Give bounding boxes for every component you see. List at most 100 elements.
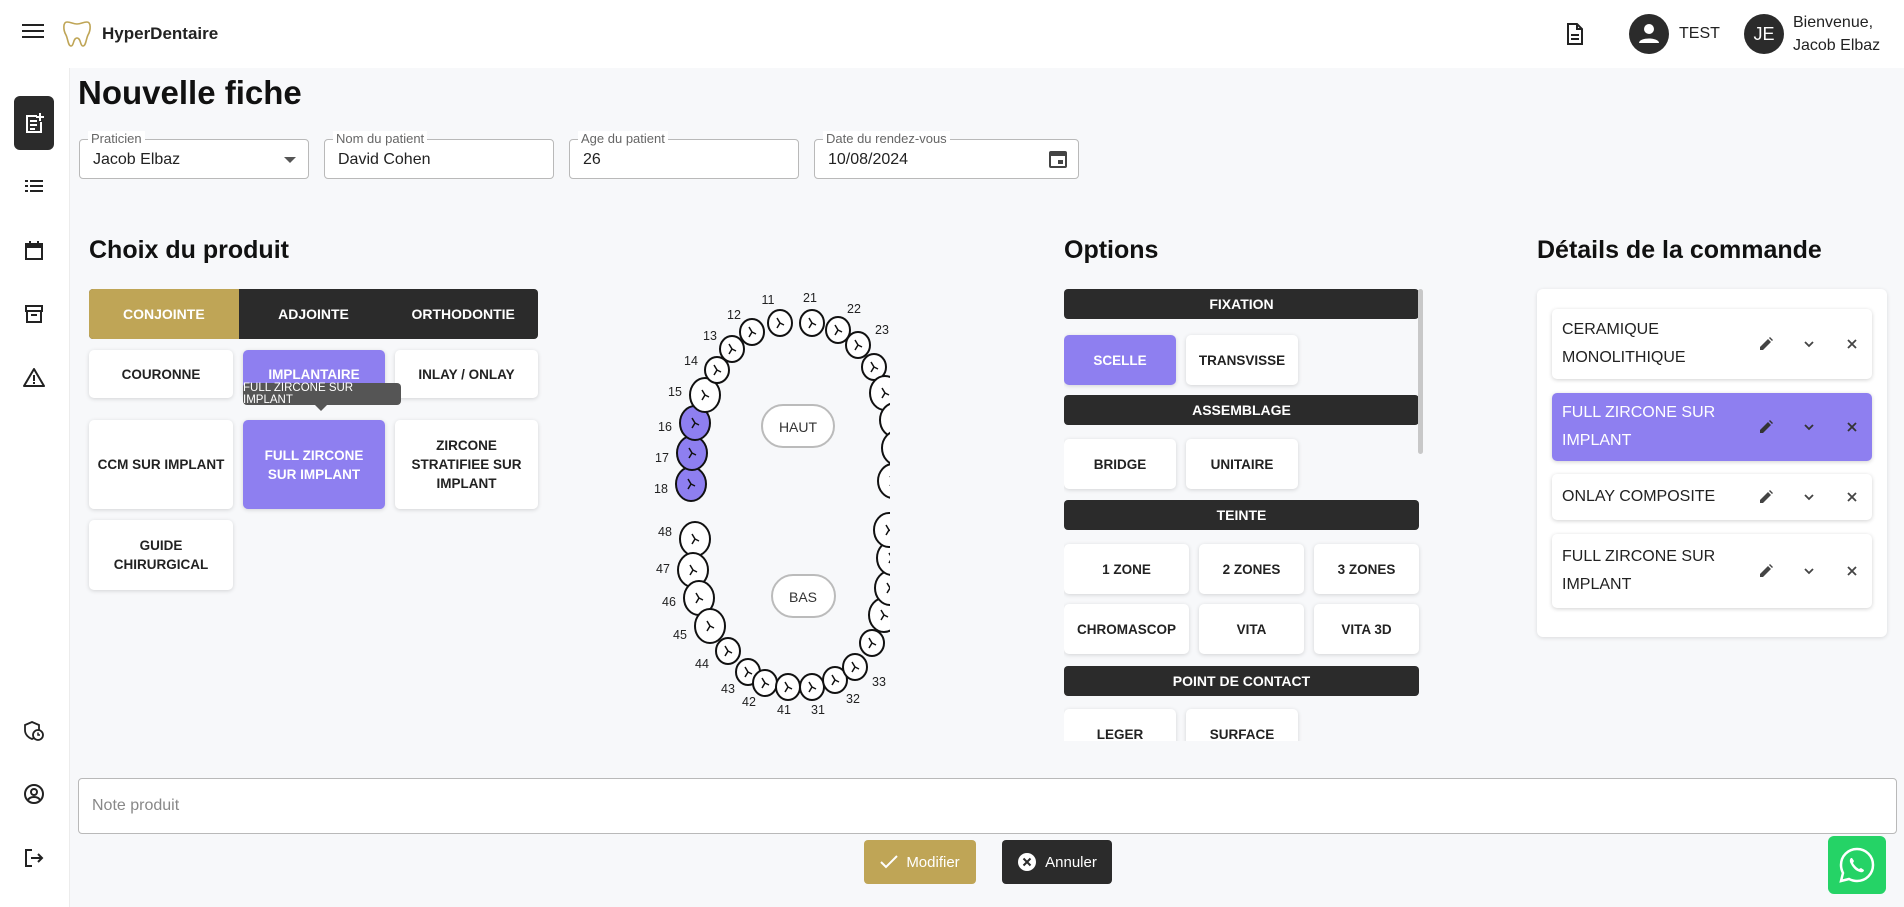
options-scrollbar[interactable]	[1418, 289, 1423, 454]
brand-name: HyperDentaire	[102, 24, 219, 43]
patient-age-field[interactable]: Age du patient 26	[569, 131, 799, 179]
option-unitaire[interactable]: UNITAIRE	[1186, 439, 1298, 489]
praticien-select[interactable]: Praticien Jacob Elbaz	[79, 131, 309, 179]
order-item[interactable]: FULL ZIRCONE SUR IMPLANT	[1552, 393, 1872, 461]
tooth-number: 48	[658, 525, 672, 539]
product-tooltip: FULL ZIRCONE SUR IMPLANT	[243, 382, 401, 411]
note-field[interactable]	[78, 778, 1897, 834]
option-leger[interactable]: LEGER	[1064, 709, 1176, 741]
lower-jaw-label: BAS	[789, 589, 817, 605]
product-zircone-stratifiee-sur-implant[interactable]: ZIRCONE STRATIFIEE SUR IMPLANT	[395, 420, 538, 509]
product-full-zircone-sur-implant[interactable]: FULL ZIRCONE SUR IMPLANT	[243, 420, 385, 509]
whatsapp-button[interactable]	[1828, 836, 1886, 894]
user-avatar[interactable]	[1629, 14, 1669, 54]
product-category-tabs: CONJOINTE ADJOINTE ORTHODONTIE	[89, 289, 538, 339]
archive-icon	[25, 305, 43, 323]
sidebar-item-list[interactable]	[14, 166, 54, 206]
calendar-picker-icon[interactable]	[1048, 149, 1068, 169]
option-transvisse[interactable]: TRANSVISSE	[1186, 335, 1298, 385]
patient-name-field[interactable]: Nom du patient David Cohen	[324, 131, 554, 179]
order-item-actions	[1754, 415, 1864, 439]
account-avatar[interactable]: JE	[1744, 14, 1784, 54]
option-2-zones[interactable]: 2 ZONES	[1199, 544, 1304, 594]
cancel-button[interactable]: Annuler	[1002, 840, 1112, 884]
document-icon[interactable]	[1564, 22, 1586, 46]
order-item-name: FULL ZIRCONE SUR IMPLANT	[1562, 543, 1715, 599]
product-couronne[interactable]: COURONNE	[89, 350, 233, 398]
product-ccm-sur-implant[interactable]: CCM SUR IMPLANT	[89, 420, 233, 509]
sidebar-item-warning[interactable]	[14, 358, 54, 398]
option-scelle[interactable]: SCELLE	[1064, 335, 1176, 385]
page-title: Nouvelle fiche	[78, 74, 302, 111]
security-clock-icon	[24, 721, 44, 741]
tooth-number: 17	[655, 451, 669, 465]
tooth-number: 45	[673, 628, 687, 642]
close-icon[interactable]	[1840, 415, 1864, 439]
tooth-27[interactable]	[881, 431, 890, 465]
option-1-zone[interactable]: 1 ZONE	[1064, 544, 1189, 594]
close-icon[interactable]	[1840, 559, 1864, 583]
tooth-number: 42	[742, 695, 756, 709]
tooth-number: 16	[658, 420, 672, 434]
calendar-icon	[25, 241, 43, 260]
option-3-zones[interactable]: 3 ZONES	[1314, 544, 1419, 594]
order-item-name-line: IMPLANT	[1562, 432, 1632, 449]
product-inlay-onlay[interactable]: INLAY / ONLAY	[395, 350, 538, 398]
order-item[interactable]: CERAMIQUE MONOLITHIQUE	[1552, 309, 1872, 379]
welcome-username: Jacob Elbaz	[1793, 37, 1881, 54]
note-input[interactable]	[79, 779, 1896, 833]
order-details-panel: CERAMIQUE MONOLITHIQUE FULL ZIRCONE SUR …	[1537, 289, 1887, 637]
tab-orthodontie[interactable]: ORTHODONTIE	[388, 289, 538, 339]
options-section-title: Options	[1064, 236, 1159, 264]
close-icon[interactable]	[1840, 485, 1864, 509]
modify-button[interactable]: Modifier	[864, 840, 976, 884]
chevron-down-icon	[284, 157, 296, 163]
patient-name-label: Nom du patient	[333, 131, 428, 146]
menu-icon[interactable]	[22, 20, 44, 40]
option-surface[interactable]: SURFACE	[1186, 709, 1298, 741]
logout-icon	[25, 849, 44, 867]
sidebar-item-security[interactable]	[14, 711, 54, 751]
tooth-number: 15	[668, 385, 682, 399]
modify-button-label: Modifier	[906, 853, 960, 871]
tab-conjointe[interactable]: CONJOINTE	[89, 289, 239, 339]
tooth-number: 18	[654, 482, 668, 496]
account-icon	[24, 784, 44, 804]
order-item[interactable]: ONLAY COMPOSITE	[1552, 474, 1872, 520]
option-chromascop[interactable]: CHROMASCOP	[1064, 604, 1189, 654]
option-vita[interactable]: VITA	[1199, 604, 1304, 654]
product-guide-chirurgical[interactable]: GUIDE CHIRURGICAL	[89, 520, 233, 590]
edit-icon[interactable]	[1754, 485, 1778, 509]
option-vita-3d[interactable]: VITA 3D	[1314, 604, 1419, 654]
tooth-38[interactable]	[873, 512, 890, 548]
tooth-number: 31	[811, 703, 825, 717]
chevron-down-icon[interactable]	[1797, 559, 1821, 583]
edit-icon[interactable]	[1754, 415, 1778, 439]
tooth-number: 32	[846, 692, 860, 706]
user-label[interactable]: TEST	[1679, 25, 1720, 43]
sidebar-item-new-form[interactable]	[14, 96, 54, 150]
tab-adjointe[interactable]: ADJOINTE	[239, 289, 389, 339]
upper-jaw-label: HAUT	[779, 419, 818, 435]
tooth-number: 33	[872, 675, 886, 689]
tooth-28[interactable]	[877, 463, 890, 499]
option-bridge[interactable]: BRIDGE	[1064, 439, 1176, 489]
chevron-down-icon[interactable]	[1797, 415, 1821, 439]
sidebar-item-archive[interactable]	[14, 294, 54, 334]
options-header-point-de-contact: POINT DE CONTACT	[1064, 666, 1419, 696]
check-icon	[880, 855, 899, 869]
edit-icon[interactable]	[1754, 332, 1778, 356]
order-item[interactable]: FULL ZIRCONE SUR IMPLANT	[1552, 534, 1872, 608]
chevron-down-icon[interactable]	[1797, 485, 1821, 509]
top-bar: HyperDentaire TEST JE Bienvenue, Jacob E…	[0, 0, 1904, 68]
sidebar-item-logout[interactable]	[14, 838, 54, 878]
options-panel: FIXATION SCELLE TRANSVISSE ASSEMBLAGE BR…	[1064, 289, 1424, 741]
chevron-down-icon[interactable]	[1797, 332, 1821, 356]
appointment-date-field[interactable]: Date du rendez-vous 10/08/2024	[814, 131, 1079, 179]
tooth-number: 44	[695, 657, 709, 671]
edit-icon[interactable]	[1754, 559, 1778, 583]
sidebar-item-account[interactable]	[14, 774, 54, 814]
sidebar-item-calendar[interactable]	[14, 231, 54, 271]
close-icon[interactable]	[1840, 332, 1864, 356]
patient-name-value: David Cohen	[338, 151, 431, 168]
